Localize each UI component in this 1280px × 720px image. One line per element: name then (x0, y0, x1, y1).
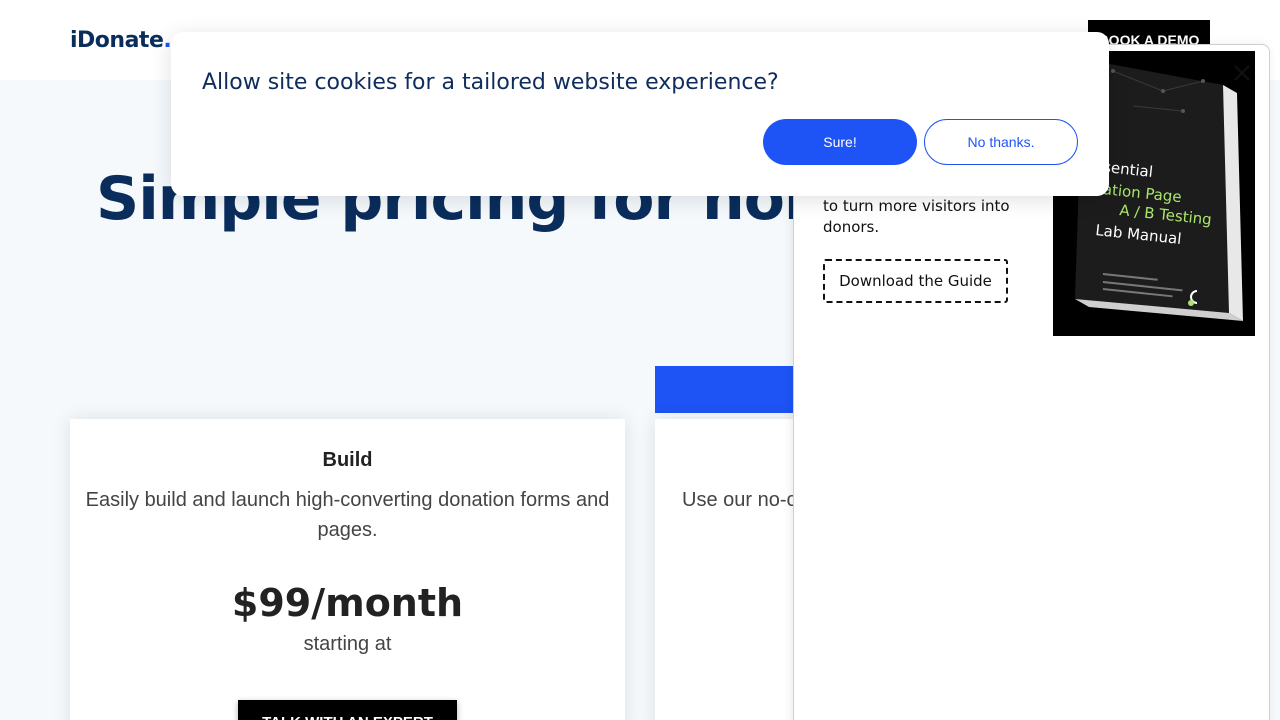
card-price-note: starting at (303, 633, 392, 655)
accept-cookies-button[interactable]: Sure! (763, 119, 917, 165)
cookie-consent-dialog: Allow site cookies for a tailored websit… (171, 32, 1109, 196)
card-price: $99/month (231, 581, 464, 625)
logo-text: iDonate (70, 28, 164, 53)
talk-with-expert-button[interactable]: TALK WITH AN EXPERT (238, 700, 457, 720)
card-description: Use our no-c (682, 489, 797, 511)
decline-cookies-button[interactable]: No thanks. (924, 119, 1078, 165)
promo-text: to turn more visitors into donors. (823, 197, 1010, 236)
pricing-card-build: Build Easily build and launch high-conve… (70, 419, 625, 720)
idonate-logo[interactable]: iDonate. (70, 28, 172, 53)
card-title: Build (322, 449, 373, 471)
download-guide-button[interactable]: Download the Guide (823, 259, 1008, 303)
cookie-message: Allow site cookies for a tailored websit… (202, 70, 779, 95)
close-icon[interactable] (1229, 60, 1255, 86)
card-description: Easily build and launch high-converting … (85, 489, 610, 541)
